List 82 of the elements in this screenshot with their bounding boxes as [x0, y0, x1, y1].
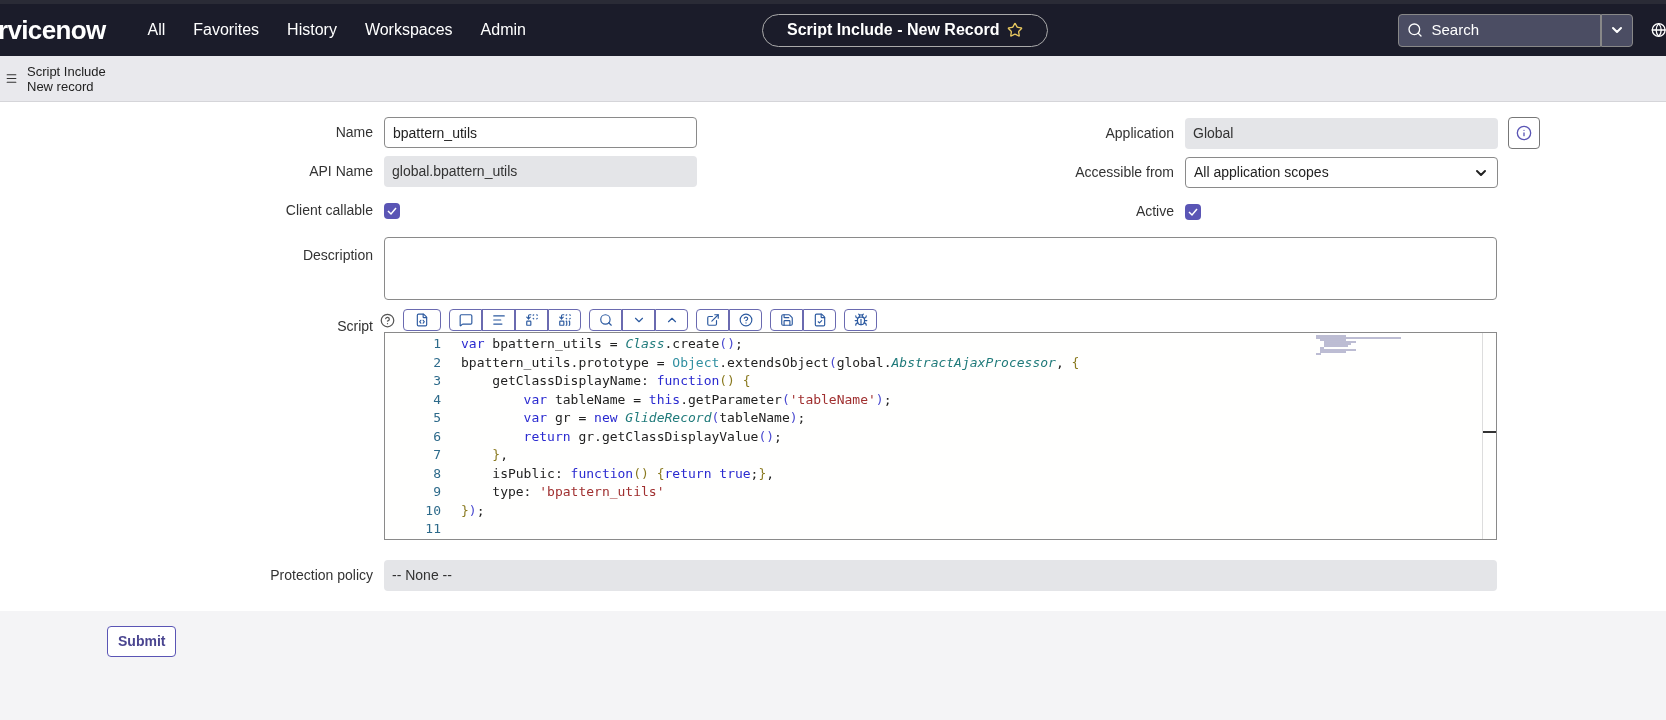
header-subtitle: New record: [27, 78, 95, 94]
help-icon[interactable]: [380, 312, 395, 328]
field-label: Client callable: [284, 201, 374, 220]
align-icon: [491, 313, 506, 327]
logo[interactable]: rvicenow: [0, 10, 106, 50]
toolbar-file-check-button[interactable]: [803, 309, 836, 331]
field-label: Name: [334, 123, 374, 142]
code-line: getClassDisplayName: function() {: [491, 373, 751, 388]
code-line: });: [461, 502, 485, 518]
toolbar-comment-button[interactable]: [449, 309, 482, 331]
code-line: type: 'bpattern_utils': [491, 484, 665, 499]
line-number: 9: [433, 483, 441, 501]
toolbar-format-button[interactable]: [403, 309, 441, 331]
info-icon: [1516, 125, 1532, 141]
code-line: return gr.getClassDisplayValue();: [522, 428, 782, 444]
search-input[interactable]: Search: [1431, 18, 1582, 42]
line-number: 2: [433, 353, 441, 372]
code-line: isPublic: function() {return true;},: [491, 465, 775, 481]
format-icon: [415, 313, 429, 327]
nav-link[interactable]: All: [147, 18, 166, 42]
line-number: 6: [433, 427, 441, 446]
header-title: Script Include: [27, 63, 106, 79]
toolbar-help-button[interactable]: [729, 309, 762, 331]
file-check-icon: [812, 313, 827, 327]
search-dropdown-button[interactable]: [1600, 13, 1633, 47]
nav-link[interactable]: Workspaces: [364, 18, 453, 42]
save-icon: [779, 313, 794, 327]
line-number: 1: [433, 335, 441, 353]
nav-link[interactable]: History: [287, 18, 337, 42]
star-icon[interactable]: [1007, 22, 1024, 38]
nav-link[interactable]: Admin: [480, 18, 526, 42]
readonly-field: Global: [1185, 117, 1498, 149]
checkbox[interactable]: [1185, 203, 1201, 220]
line-number: 3: [433, 372, 441, 390]
search-icon: [598, 313, 613, 327]
checkbox[interactable]: [384, 202, 400, 219]
field-label: Application: [1104, 123, 1175, 143]
search-icon: [1407, 22, 1424, 38]
name-field[interactable]: bpattern_utils: [384, 117, 697, 148]
toolbar-search-button[interactable]: [589, 309, 622, 331]
toolbar-save-button[interactable]: [770, 309, 803, 331]
code-line: },: [491, 447, 508, 462]
readonly-field: global.bpattern_utils: [384, 156, 697, 187]
field-label: Active: [1134, 202, 1175, 221]
select-field[interactable]: All application scopes: [1185, 157, 1498, 188]
external-link-icon: [705, 313, 720, 327]
protection-policy-field: -- None --: [384, 560, 1497, 591]
replace-all-icon: [557, 313, 572, 327]
comment-icon: [458, 313, 473, 327]
line-number: 5: [433, 409, 441, 427]
globe-icon[interactable]: [1650, 22, 1666, 38]
toolbar-external-link-button[interactable]: [696, 309, 729, 331]
nav-link[interactable]: Favorites: [193, 18, 260, 42]
help-icon: [738, 313, 753, 327]
line-number: 7: [433, 446, 441, 464]
field-label: Description: [301, 246, 374, 265]
code-line: var gr = new GlideRecord(tableName);: [522, 410, 806, 425]
menu-icon[interactable]: [5, 72, 18, 85]
toolbar-align-button[interactable]: [482, 309, 515, 331]
toolbar-replace-all-button[interactable]: [548, 309, 581, 331]
submit-button[interactable]: Submit: [107, 626, 177, 657]
field-label: Accessible from: [1074, 163, 1175, 182]
info-button[interactable]: [1508, 117, 1540, 149]
toolbar-bug-button[interactable]: [844, 309, 877, 331]
code-editor[interactable]: [384, 332, 1497, 540]
line-number: 10: [425, 501, 441, 520]
code-line: bpattern_utils.prototype = Object.extendsObject(global.AbstractAjaxProcessor, {: [461, 354, 1080, 370]
toolbar-chevron-up-button[interactable]: [655, 309, 688, 331]
line-number: 11: [425, 520, 441, 538]
description-field[interactable]: [384, 237, 1497, 300]
toolbar-chevron-down-button[interactable]: [622, 309, 655, 331]
search-field[interactable]: Search: [1398, 13, 1601, 47]
field-label: API Name: [308, 162, 374, 181]
line-number: 8: [433, 464, 441, 483]
code-line: var tableName = this.getParameter('tableName');: [522, 391, 892, 407]
bug-icon: [853, 313, 868, 327]
field-label: Script: [337, 317, 373, 336]
line-number: 4: [433, 390, 441, 409]
replace-icon: [524, 313, 539, 327]
code-line: var bpattern_utils = Class.create();: [461, 336, 743, 351]
toolbar-replace-button[interactable]: [515, 309, 548, 331]
field-label: Protection policy: [269, 566, 374, 585]
